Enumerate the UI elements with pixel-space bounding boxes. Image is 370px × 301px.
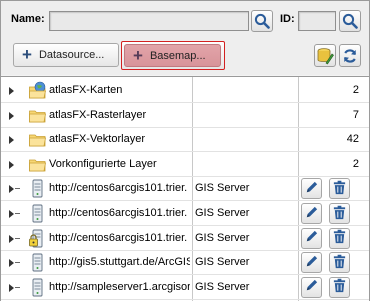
server-row[interactable]: http://centos6arcgis101.trier. GIS Server xyxy=(1,177,369,202)
row-name: http://gis5.stuttgart.de/ArcGIS xyxy=(49,256,190,269)
expand-toggle-icon[interactable] xyxy=(9,111,14,120)
row-name: http://centos6arcgis101.trier. xyxy=(49,182,188,195)
row-name: http://centos6arcgis101.trier. xyxy=(49,231,188,244)
server-icon xyxy=(28,253,47,272)
folder-row[interactable]: atlasFX-Karten 2 xyxy=(1,79,369,103)
trash-icon xyxy=(332,254,347,272)
delete-button[interactable] xyxy=(329,178,350,200)
name-label: Name: xyxy=(11,13,45,25)
server-row[interactable]: http://sampleserver1.arcgisor GIS Server xyxy=(1,276,369,300)
locked-server-icon xyxy=(28,229,47,248)
tree-connector xyxy=(15,262,20,264)
row-name: Vorkonfigurierte Layer xyxy=(49,157,157,170)
delete-button[interactable] xyxy=(329,252,350,274)
folder-icon xyxy=(28,130,47,149)
trash-icon xyxy=(332,180,347,198)
row-name: atlasFX-Karten xyxy=(49,84,123,96)
plus-icon: + xyxy=(22,45,32,64)
id-label: ID: xyxy=(280,13,295,25)
edit-button[interactable] xyxy=(301,227,322,249)
expand-toggle-icon[interactable] xyxy=(9,283,14,292)
delete-button[interactable] xyxy=(329,227,350,249)
name-search-button[interactable] xyxy=(251,10,273,32)
delete-button[interactable] xyxy=(329,276,350,298)
server-row[interactable]: http://centos6arcgis101.trier. GIS Server xyxy=(1,202,369,226)
toolbar: Name: ID: + Datasource... + Basemap... xyxy=(1,1,369,75)
datasource-label: Datasource... xyxy=(38,49,105,61)
row-name: http://centos6arcgis101.trier. xyxy=(49,207,188,219)
refresh-button[interactable] xyxy=(339,44,361,67)
tree-connector xyxy=(15,188,20,190)
trash-icon xyxy=(332,278,347,296)
expand-toggle-icon[interactable] xyxy=(9,160,14,169)
pencil-icon xyxy=(304,229,319,247)
basemap-label: Basemap... xyxy=(149,49,206,62)
edit-button[interactable] xyxy=(301,252,322,274)
delete-button[interactable] xyxy=(329,203,350,224)
folder-row[interactable]: atlasFX-Vektorlayer 42 xyxy=(1,128,369,153)
clear-cache-button[interactable] xyxy=(314,44,336,67)
database-pencil-icon xyxy=(317,47,334,64)
server-icon xyxy=(28,278,47,297)
server-row[interactable]: http://gis5.stuttgart.de/ArcGIS GIS Serve… xyxy=(1,251,369,276)
search-icon xyxy=(254,13,270,29)
folder-row[interactable]: Vorkonfigurierte Layer 2 xyxy=(1,153,369,177)
pencil-icon xyxy=(304,205,319,223)
row-count: 7 xyxy=(352,108,359,121)
row-name: atlasFX-Rasterlayer xyxy=(49,108,147,121)
server-row[interactable]: http://centos6arcgis101.trier. GIS Server xyxy=(1,227,369,251)
add-datasource-button[interactable]: + Datasource... xyxy=(13,43,119,67)
folder-row[interactable]: atlasFX-Rasterlayer 7 xyxy=(1,104,369,128)
id-search-button[interactable] xyxy=(339,10,361,32)
row-type: GIS Server xyxy=(195,231,250,244)
name-search-input[interactable] xyxy=(49,11,249,31)
trash-icon xyxy=(332,229,347,247)
id-search-input[interactable] xyxy=(298,11,336,31)
expand-toggle-icon[interactable] xyxy=(9,234,14,243)
expand-toggle-icon[interactable] xyxy=(9,87,14,95)
tree-connector xyxy=(15,213,20,214)
search-icon xyxy=(342,13,358,29)
row-type: GIS Server xyxy=(195,256,250,269)
expand-toggle-icon[interactable] xyxy=(9,136,14,145)
row-name: atlasFX-Vektorlayer xyxy=(49,133,145,146)
pencil-icon xyxy=(304,254,319,272)
expand-toggle-icon[interactable] xyxy=(9,185,14,194)
expand-toggle-icon[interactable] xyxy=(9,259,14,268)
expand-toggle-icon[interactable] xyxy=(9,210,14,218)
server-icon xyxy=(28,204,47,223)
refresh-icon xyxy=(343,48,357,63)
plus-icon: + xyxy=(133,45,143,65)
row-type: GIS Server xyxy=(195,182,250,195)
datasource-table: atlasFX-Karten 2 atlasFX-Rasterlayer 7 atlas… xyxy=(1,76,369,301)
row-type: GIS Server xyxy=(195,207,250,219)
edit-button[interactable] xyxy=(301,178,322,200)
server-icon xyxy=(28,179,47,198)
pencil-icon xyxy=(304,180,319,198)
edit-button[interactable] xyxy=(301,276,322,298)
folder-icon xyxy=(28,155,47,174)
row-count: 2 xyxy=(352,84,359,96)
folder-icon xyxy=(28,106,47,125)
row-count: 2 xyxy=(352,157,359,170)
tree-connector xyxy=(15,237,20,239)
catalog-panel: Name: ID: + Datasource... + Basemap... a… xyxy=(0,0,370,301)
edit-button[interactable] xyxy=(301,203,322,224)
row-count: 42 xyxy=(346,133,359,146)
pencil-icon xyxy=(304,278,319,296)
trash-icon xyxy=(332,205,347,223)
add-basemap-button[interactable]: + Basemap... xyxy=(124,44,221,67)
globe-folder-icon xyxy=(28,81,47,100)
row-name: http://sampleserver1.arcgisor xyxy=(49,280,190,293)
tree-connector xyxy=(15,286,20,288)
row-type: GIS Server xyxy=(195,280,250,293)
